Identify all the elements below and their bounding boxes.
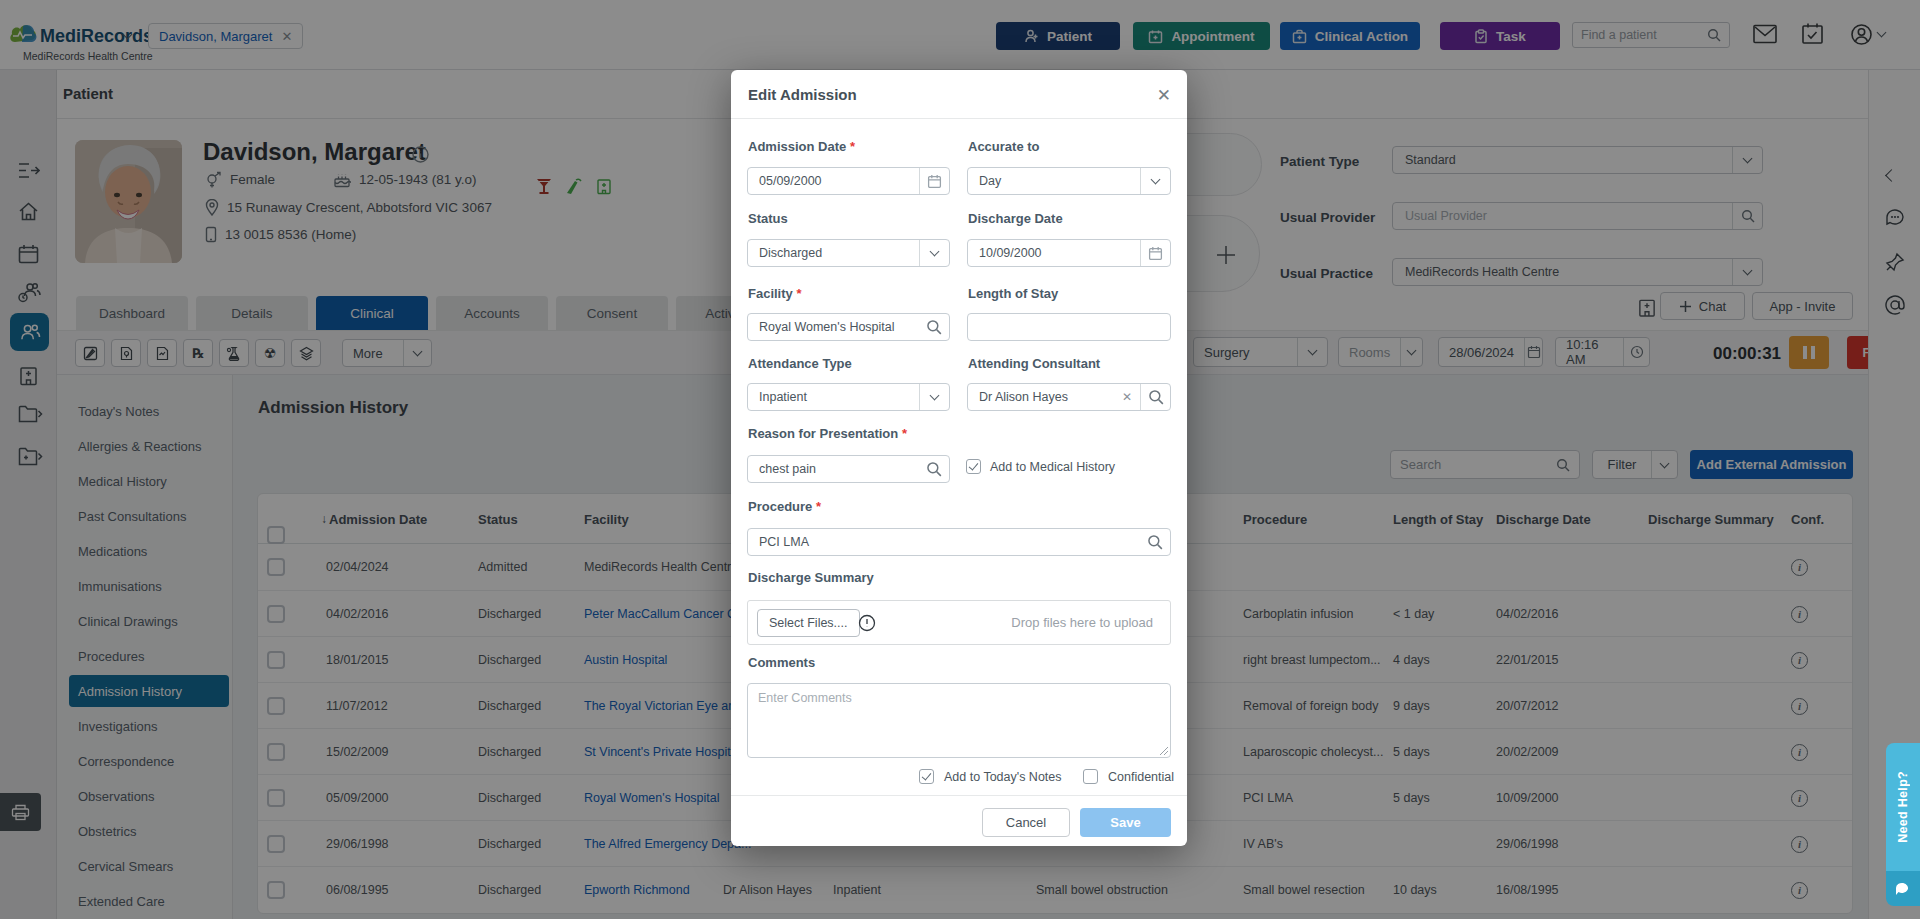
comments-textarea[interactable]: Enter Comments bbox=[747, 683, 1171, 758]
cancel-button[interactable]: Cancel bbox=[982, 808, 1070, 837]
length-of-stay-label: Length of Stay bbox=[968, 286, 1058, 301]
add-todays-notes-label: Add to Today's Notes bbox=[944, 770, 1062, 784]
need-help-widget[interactable]: Need Help? bbox=[1886, 743, 1920, 906]
attending-consultant-field[interactable]: Dr Alison Hayes ✕ bbox=[967, 383, 1171, 411]
facility-label: Facility * bbox=[748, 286, 801, 301]
search-icon bbox=[926, 319, 942, 335]
save-button[interactable]: Save bbox=[1080, 808, 1171, 837]
clear-icon[interactable]: ✕ bbox=[1122, 390, 1140, 404]
reason-field[interactable]: chest pain bbox=[747, 455, 950, 483]
status-select[interactable]: Discharged bbox=[747, 239, 950, 267]
length-of-stay-input[interactable] bbox=[967, 313, 1171, 341]
admission-date-label: Admission Date * bbox=[748, 139, 855, 154]
modal-header: Edit Admission ✕ bbox=[731, 70, 1187, 119]
modal-close-icon[interactable]: ✕ bbox=[1157, 85, 1171, 106]
procedure-label: Procedure * bbox=[748, 499, 821, 514]
calendar-icon bbox=[1148, 246, 1163, 261]
add-todays-notes-checkbox[interactable] bbox=[919, 769, 934, 784]
procedure-field[interactable]: PCI LMA bbox=[747, 528, 1171, 556]
accurate-to-select[interactable]: Day bbox=[967, 167, 1171, 195]
discharge-summary-label: Discharge Summary bbox=[748, 570, 874, 585]
facility-field[interactable]: Royal Women's Hospital bbox=[747, 313, 950, 341]
medirecords-app: MediRecords MediRecords Health Centre Da… bbox=[0, 0, 1920, 919]
confidential-checkbox[interactable] bbox=[1083, 769, 1098, 784]
add-medical-history-checkbox[interactable] bbox=[966, 459, 981, 474]
reason-label: Reason for Presentation * bbox=[748, 426, 907, 441]
accurate-to-label: Accurate to bbox=[968, 139, 1040, 154]
discharge-summary-upload: Select Files.... Drop files here to uplo… bbox=[747, 600, 1171, 645]
select-files-button[interactable]: Select Files.... bbox=[757, 609, 860, 637]
discharge-date-field[interactable]: 10/09/2000 bbox=[967, 239, 1171, 267]
attendance-type-label: Attendance Type bbox=[748, 356, 852, 371]
calendar-icon bbox=[927, 174, 942, 189]
add-medical-history-label: Add to Medical History bbox=[990, 460, 1115, 474]
help-chat-icon[interactable] bbox=[1886, 871, 1920, 906]
attendance-type-select[interactable]: Inpatient bbox=[747, 383, 950, 411]
comments-label: Comments bbox=[748, 655, 815, 670]
status-label: Status bbox=[748, 211, 788, 226]
search-icon bbox=[926, 461, 942, 477]
discharge-date-label: Discharge Date bbox=[968, 211, 1063, 226]
upload-info-icon bbox=[858, 614, 876, 632]
attending-consultant-label: Attending Consultant bbox=[968, 356, 1100, 371]
modal-title: Edit Admission bbox=[748, 86, 857, 103]
confidential-label: Confidential bbox=[1108, 770, 1174, 784]
resize-handle[interactable] bbox=[1160, 747, 1168, 755]
need-help-label[interactable]: Need Help? bbox=[1896, 771, 1910, 843]
search-icon bbox=[1148, 389, 1164, 405]
admission-date-field[interactable]: 05/09/2000 bbox=[747, 167, 950, 195]
search-icon bbox=[1147, 534, 1163, 550]
edit-admission-modal: Edit Admission ✕ Admission Date * 05/09/… bbox=[731, 70, 1187, 846]
drop-files-hint: Drop files here to upload bbox=[1011, 615, 1153, 630]
